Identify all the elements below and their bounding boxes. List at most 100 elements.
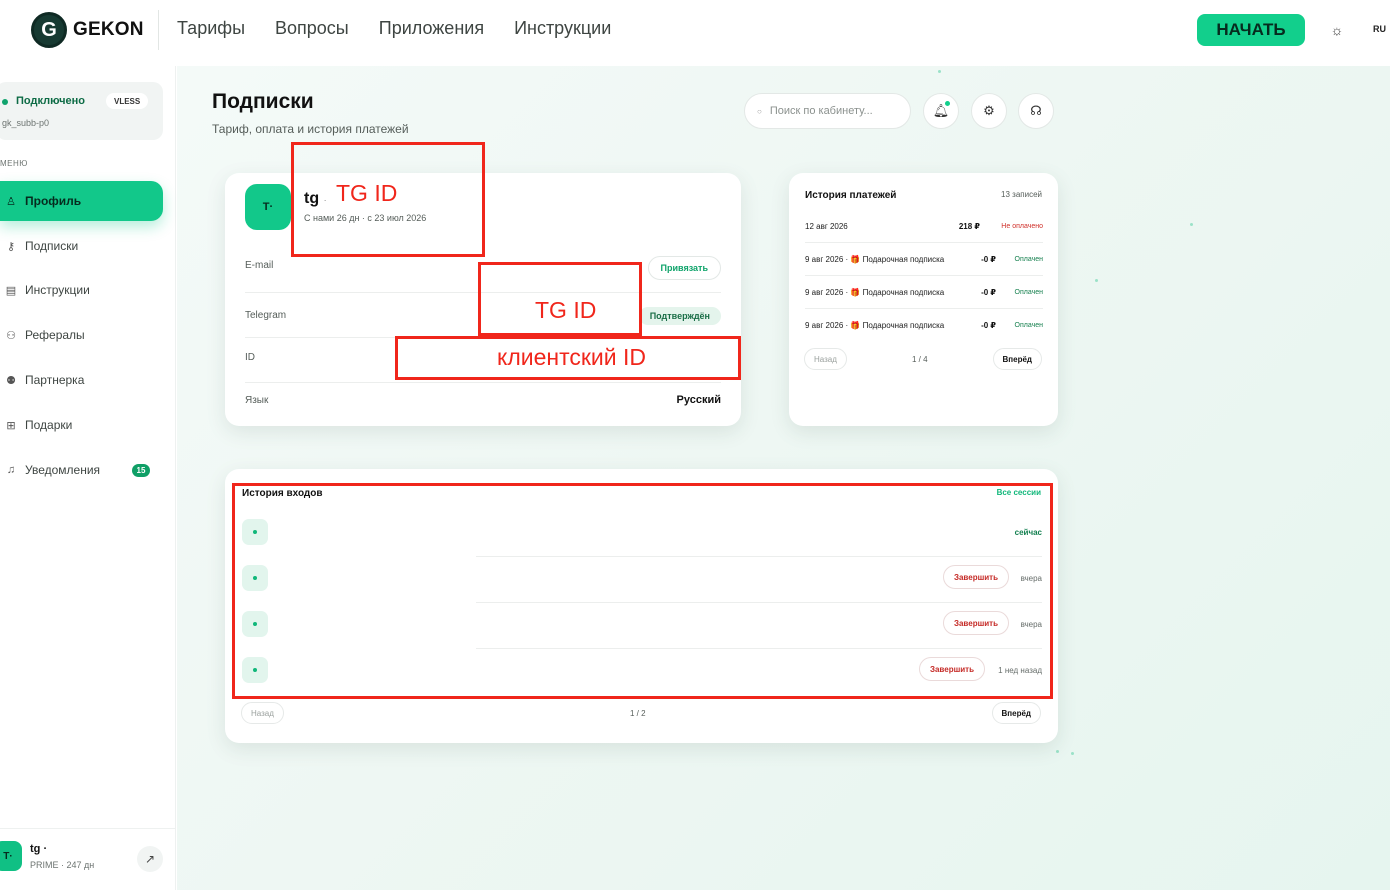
payment-date: 9 авг 2026 · 🎁 Подарочная подписка [805,255,945,264]
page-subtitle: Тариф, оплата и история платежей [212,122,409,136]
sidebar-item-label: Уведомления [25,463,101,477]
sidebar-item-profile[interactable]: ♙ Профиль [0,181,163,221]
decor-dot [938,70,941,73]
notifications-badge: 15 [132,464,150,477]
status-badge: Подтверждён [638,307,721,325]
search-placeholder: Поиск по кабинету... [769,105,873,117]
sidebar-item-label: Профиль [25,194,82,208]
logo-text: GEKON [73,19,144,40]
payment-date: 9 авг 2026 · 🎁 Подарочная подписка [805,288,945,297]
key-icon: ⚷ [6,240,16,253]
sidebar-item-notifications[interactable]: ♫ Уведомления 15 [0,450,163,490]
search-input[interactable]: ○ Поиск по кабинету... [744,93,911,129]
link-email-button[interactable]: Привязать [647,256,721,280]
payment-status: Оплачен [1014,289,1043,296]
settings-button[interactable]: ⚙ [971,93,1007,129]
decor-dot [1190,223,1193,226]
email-label: E-mail [245,260,274,271]
nav-link-faq[interactable]: Вопросы [275,18,349,39]
bell-icon: ♫ [6,464,16,476]
sidebar-item-label: Инструкции [25,283,90,297]
user-icon: ♙ [6,195,16,208]
connection-status: Подключено [16,95,85,107]
top-nav: Тарифы Вопросы Приложения Инструкции [177,18,611,39]
page-indicator: 1 / 4 [912,355,928,364]
payment-row[interactable]: 9 авг 2026 · 🎁 Подарочная подписка -0 ₽ … [805,243,1043,276]
payment-amount: -0 ₽ [981,288,996,297]
annotation-label: клиентский ID [497,344,647,370]
payment-date: 9 авг 2026 · 🎁 Подарочная подписка [805,321,945,330]
sidebar: Подключено VLESS gk_subb-p0 МЕНЮ ♙ Профи… [0,66,176,890]
top-header: G GEKON Тарифы Вопросы Приложения Инстру… [0,0,1390,62]
sun-icon[interactable]: ☼ [1327,20,1347,40]
prev-page-button[interactable]: Назад [804,348,847,370]
notifications-button[interactable]: 🔔︎ [923,93,959,129]
sidebar-item-label: Подписки [25,239,79,253]
sidebar-item-label: Партнерка [25,373,85,387]
avatar[interactable]: T· [0,841,22,871]
user-footer: T· tg · PRIME · 247 дн ↗ [0,828,176,890]
nav-link-tariffs[interactable]: Тарифы [177,18,245,39]
unread-dot [944,100,951,107]
user-name: tg · [30,843,48,855]
next-page-button[interactable]: Вперёд [991,702,1041,724]
payment-row[interactable]: 12 авг 2026 218 ₽ Не оплачено [805,210,1043,243]
records-count: 13 записей [1001,190,1042,199]
page-title: Подписки [212,90,314,113]
sidebar-item-gifts[interactable]: ⊞ Подарки [0,405,163,445]
language-switch[interactable]: RU [1373,24,1386,34]
sidebar-item-subscriptions[interactable]: ⚷ Подписки [0,226,163,266]
sidebar-item-label: Подарки [25,418,73,432]
annotation-label: TG ID [535,297,597,323]
payment-status: Не оплачено [1001,223,1043,230]
language-label: Язык [245,395,269,406]
headset-icon: ☊ [1030,103,1042,118]
card-title: История платежей [805,190,897,201]
gear-icon: ⚙ [983,103,995,118]
annotation-box-sessions [232,483,1053,699]
decor-dot [1095,279,1098,282]
payment-date: 12 авг 2026 [805,222,848,231]
sidebar-item-referrals[interactable]: ⚇ Рефералы [0,315,163,355]
payment-row[interactable]: 9 авг 2026 · 🎁 Подарочная подписка -0 ₽ … [805,309,1043,342]
document-icon: ▤ [5,284,17,297]
decor-dot [1056,750,1059,753]
header-divider [158,10,159,50]
sidebar-item-label: Рефералы [25,328,85,342]
payment-amount: -0 ₽ [981,321,996,330]
gift-icon: ⊞ [6,419,16,432]
protocol-badge: VLESS [106,93,149,109]
user-plan: PRIME · 247 дн [30,860,95,870]
logo-icon: G [31,12,67,48]
decor-dot [1071,752,1074,755]
search-icon: ○ [757,106,762,116]
subscription-id: gk_subb-p0 [2,118,50,128]
support-button[interactable]: ☊ [1018,93,1054,129]
sidebar-item-instructions[interactable]: ▤ Инструкции [0,270,163,310]
group-icon: ⚉ [6,374,16,387]
avatar: T· [245,184,291,230]
status-dot [2,99,8,105]
id-label: ID [245,352,255,363]
nav-link-apps[interactable]: Приложения [379,18,484,39]
prev-page-button[interactable]: Назад [241,702,284,724]
next-page-button[interactable]: Вперёд [992,348,1042,370]
payment-history-card: История платежей 13 записей 12 авг 2026 … [789,173,1058,426]
start-button[interactable]: НАЧАТЬ [1197,14,1305,46]
payment-amount: -0 ₽ [981,255,996,264]
payment-row[interactable]: 9 авг 2026 · 🎁 Подарочная подписка -0 ₽ … [805,276,1043,309]
telegram-label: Telegram [245,310,287,321]
payment-amount: 218 ₽ [958,222,980,231]
arrow-up-right-icon[interactable]: ↗ [137,846,163,872]
page-indicator: 1 / 2 [630,709,646,718]
language-value[interactable]: Русский [677,394,721,406]
language-row: Язык Русский [245,381,721,426]
users-icon: ⚇ [6,329,16,342]
nav-link-instructions[interactable]: Инструкции [514,18,611,39]
annotation-label: TG ID [336,180,398,206]
logo[interactable]: G GEKON [31,12,144,48]
payment-status: Оплачен [1014,322,1043,329]
payment-status: Оплачен [1014,256,1043,263]
menu-label: МЕНЮ [0,159,28,168]
sidebar-item-partners[interactable]: ⚉ Партнерка [0,360,163,400]
